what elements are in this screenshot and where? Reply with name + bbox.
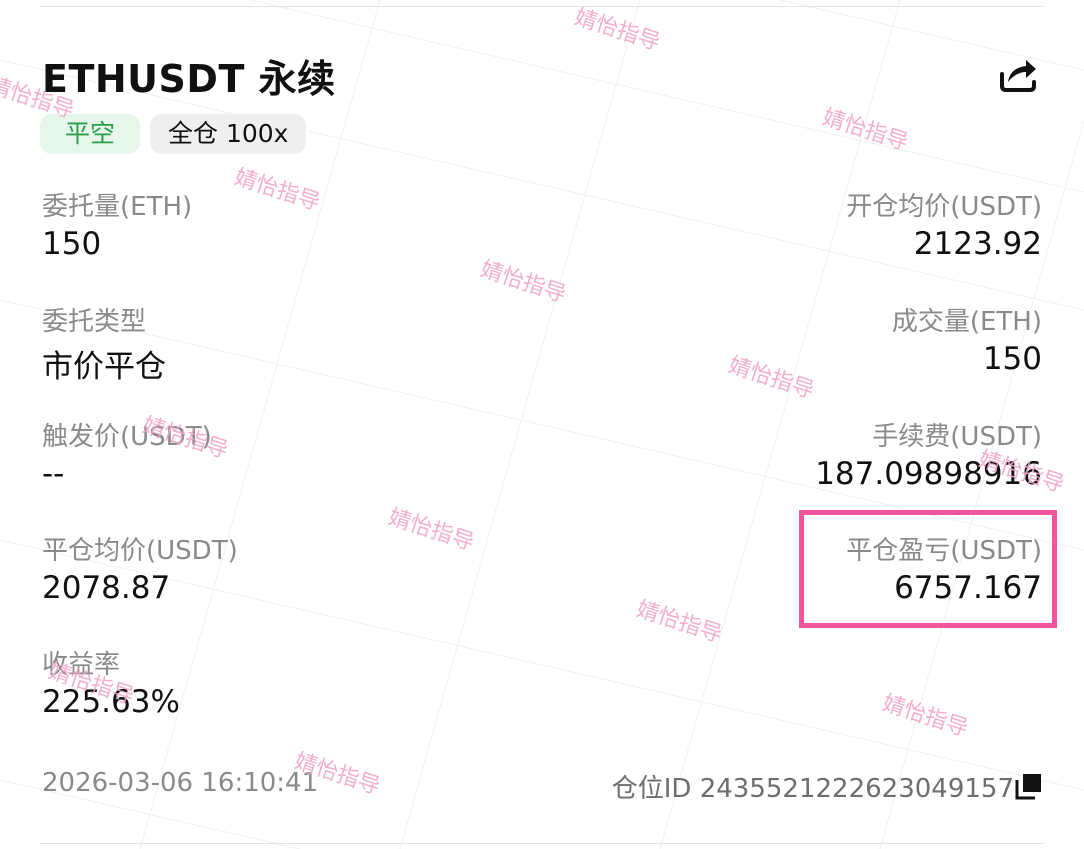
open-avg-price-label: 开仓均价(USDT) bbox=[846, 192, 1042, 222]
watermark: 婧怡指导 bbox=[633, 596, 725, 648]
share-icon[interactable] bbox=[996, 52, 1040, 96]
bottom-divider bbox=[40, 843, 1044, 844]
trigger-price-value: -- bbox=[42, 456, 65, 492]
position-id: 仓位ID 2435521222623049157 bbox=[611, 774, 1014, 804]
roi-value: 225.63% bbox=[42, 684, 180, 720]
top-divider bbox=[40, 6, 1044, 7]
close-pnl-value: 6757.167 bbox=[894, 570, 1042, 606]
close-avg-price-value: 2078.87 bbox=[42, 570, 171, 606]
open-avg-price-value: 2123.92 bbox=[913, 226, 1042, 262]
close-avg-price-label: 平仓均价(USDT) bbox=[42, 536, 238, 566]
watermark: 婧怡指导 bbox=[879, 690, 971, 742]
margin-mode-badge: 全仓 100x bbox=[150, 114, 307, 154]
watermark: 婧怡指导 bbox=[477, 256, 569, 308]
side-badge: 平空 bbox=[40, 114, 140, 154]
watermark: 婧怡指导 bbox=[385, 504, 477, 556]
order-type-label: 委托类型 bbox=[42, 307, 147, 337]
trigger-price-label: 触发价(USDT) bbox=[42, 422, 212, 452]
roi-label: 收益率 bbox=[42, 650, 121, 680]
watermark: 婧怡指导 bbox=[819, 104, 911, 156]
filled-qty-label: 成交量(ETH) bbox=[891, 307, 1042, 337]
order-qty-label: 委托量(ETH) bbox=[42, 192, 193, 222]
order-qty-value: 150 bbox=[42, 226, 102, 262]
watermark: 婧怡指导 bbox=[571, 4, 663, 56]
fee-value: 187.09898916 bbox=[815, 456, 1042, 492]
watermark: 婧怡指导 bbox=[231, 164, 323, 216]
watermark: 婧怡指导 bbox=[725, 352, 817, 404]
order-timestamp: 2026-03-06 16:10:41 bbox=[42, 768, 319, 798]
order-type-value: 市价平仓 bbox=[42, 349, 166, 385]
filled-qty-value: 150 bbox=[982, 341, 1042, 377]
fee-label: 手续费(USDT) bbox=[872, 422, 1042, 452]
page-title: ETHUSDT 永续 bbox=[42, 57, 336, 101]
pnl-highlight-box bbox=[799, 510, 1057, 628]
close-pnl-label: 平仓盈亏(USDT) bbox=[846, 536, 1042, 566]
copy-icon[interactable] bbox=[1015, 772, 1043, 800]
order-detail-page: ETHUSDT 永续 平空 全仓 100x 委托量(ETH) 150 开仓均价(… bbox=[0, 0, 1084, 849]
